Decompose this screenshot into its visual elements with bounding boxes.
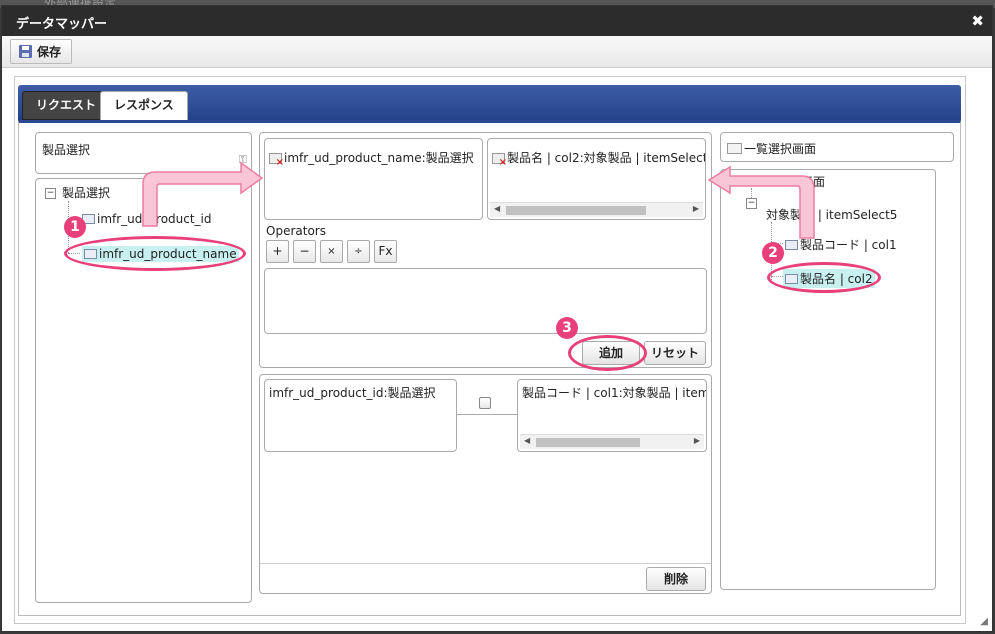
scroll-right-icon[interactable]: ▶ xyxy=(693,204,699,213)
annotation-badge-3: 3 xyxy=(556,317,578,339)
left-header-box: 製品選択 ⚿ xyxy=(35,132,252,174)
annotation-badge-1: 1 xyxy=(64,216,86,238)
left-panel-title: 製品選択 xyxy=(42,143,91,157)
floppy-disk-icon xyxy=(19,45,32,58)
save-button-label: 保存 xyxy=(37,45,62,59)
scroll-left-icon[interactable]: ◀ xyxy=(524,436,530,445)
annotation-badge-2: 2 xyxy=(762,242,784,264)
mapping-row-checkbox[interactable] xyxy=(479,397,491,409)
unmapped-field-icon xyxy=(269,153,284,168)
target-field-box[interactable]: 製品名 | col2:対象製品 | itemSelect5.→ ◀ ▶ xyxy=(487,138,706,220)
mapping-row-source[interactable]: imfr_ud_product_id:製品選択 xyxy=(264,379,457,452)
dialog-titlebar: データマッパー ✖ xyxy=(2,6,992,36)
annotation-ring-2 xyxy=(767,262,881,293)
mapping-row-target-label: 製品コード | col1:対象製品 | itemSel xyxy=(522,386,706,400)
tree-guide-line xyxy=(751,188,752,198)
target-field-label: 製品名 | col2:対象製品 | itemSelect5.→ xyxy=(507,151,705,165)
dialog-title: データマッパー xyxy=(16,17,108,32)
delete-button[interactable]: 削除 xyxy=(646,567,706,591)
expression-textarea[interactable] xyxy=(264,268,707,334)
target-field-text: 製品名 | col2:対象製品 | itemSelect5.→ xyxy=(492,149,705,168)
tree-collapse-icon[interactable]: − xyxy=(746,198,757,209)
tree-item-label: 製品コード | col1 xyxy=(800,238,897,252)
scrollbar-thumb[interactable] xyxy=(506,206,646,215)
mapping-list-footer-divider xyxy=(260,563,711,564)
key-icon[interactable]: ⚿ xyxy=(239,153,247,167)
operator-plus-button[interactable]: + xyxy=(266,240,289,263)
field-icon xyxy=(785,240,798,250)
tree-group-label[interactable]: 対象製品 | itemSelect5 xyxy=(766,206,897,223)
tree-item-label: imfr_ud_product_id xyxy=(97,212,212,226)
tab-request[interactable]: リクエスト xyxy=(22,91,111,120)
save-button[interactable]: 保存 xyxy=(10,39,73,64)
resize-grip-icon[interactable]: ◢ xyxy=(980,616,988,627)
reset-button[interactable]: リセット xyxy=(644,341,706,365)
right-header-box: 一覧選択画面 xyxy=(720,132,954,162)
tab-bar: リクエスト レスポンス xyxy=(18,85,961,120)
function-button[interactable]: Fx xyxy=(374,240,397,263)
tree-item-product-code[interactable]: 製品コード | col1 xyxy=(785,236,897,253)
horizontal-scrollbar[interactable]: ◀ ▶ xyxy=(520,434,704,449)
source-field-label: imfr_ud_product_name:製品選択 xyxy=(284,151,474,165)
horizontal-scrollbar[interactable]: ◀ ▶ xyxy=(490,202,703,217)
toolbar: 保存 xyxy=(2,36,992,68)
list-screen-icon xyxy=(727,143,742,154)
scroll-left-icon[interactable]: ◀ xyxy=(494,204,500,213)
mapping-row-target[interactable]: 製品コード | col1:対象製品 | itemSel ◀ ▶ xyxy=(517,379,707,452)
source-field-text: imfr_ud_product_name:製品選択 xyxy=(269,149,474,168)
right-tree-box: 画面 − 対象製品 | itemSelect5 製品コード | col1 製品名… xyxy=(720,169,936,590)
right-panel-title: 一覧選択画面 xyxy=(744,142,817,156)
source-field-box[interactable]: imfr_ud_product_name:製品選択 xyxy=(264,138,483,220)
tree-item-product-id[interactable]: imfr_ud_product_id xyxy=(82,212,212,226)
scrollbar-thumb[interactable] xyxy=(536,438,640,447)
annotation-ring-3 xyxy=(568,335,647,371)
operator-divide-button[interactable]: ÷ xyxy=(347,240,370,263)
annotation-ring-1 xyxy=(64,236,246,271)
mapping-row-source-label: imfr_ud_product_id:製品選択 xyxy=(269,386,436,400)
unmapped-field-icon xyxy=(492,153,507,168)
scroll-right-icon[interactable]: ▶ xyxy=(694,436,700,445)
operator-multiply-button[interactable]: × xyxy=(320,240,343,263)
mapping-connector-line xyxy=(457,414,517,415)
tree-root-label[interactable]: 製品選択 xyxy=(62,184,110,201)
tree-collapse-icon[interactable]: − xyxy=(45,188,56,199)
tree-root-partial-label[interactable]: 画面 xyxy=(801,173,825,190)
close-icon[interactable]: ✖ xyxy=(971,12,984,30)
tab-response[interactable]: レスポンス xyxy=(100,91,188,120)
operators-label: Operators xyxy=(266,224,326,238)
operator-minus-button[interactable]: − xyxy=(293,240,316,263)
right-panel-title-row: 一覧選択画面 xyxy=(727,140,816,157)
